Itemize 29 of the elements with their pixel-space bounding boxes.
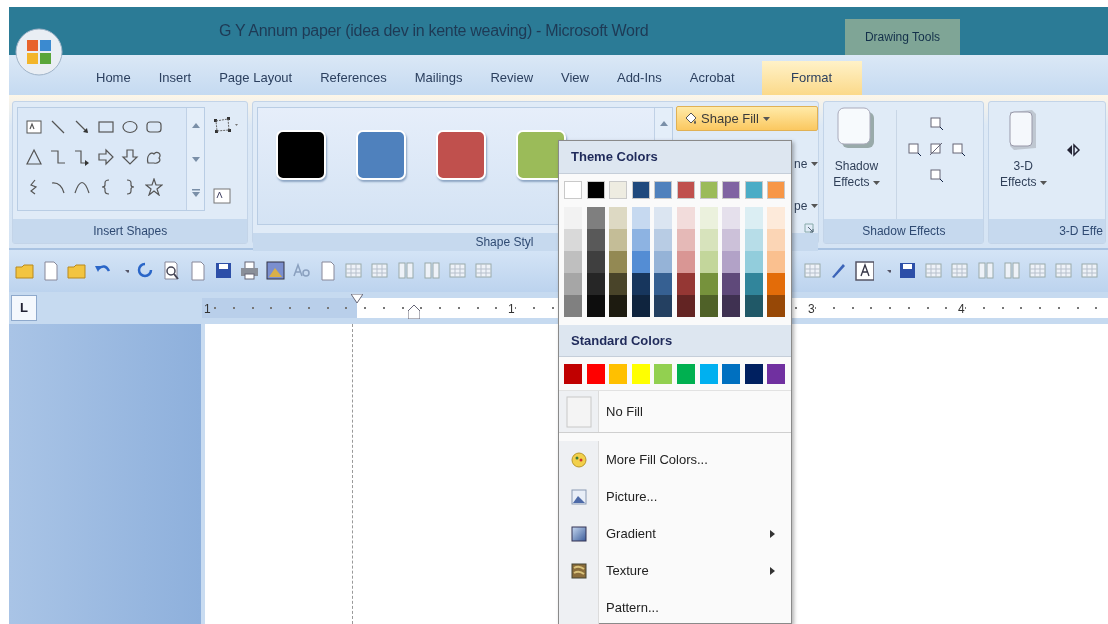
ribbon-tab[interactable]: Insert <box>147 61 203 95</box>
menu-item[interactable]: Pattern... <box>559 589 791 624</box>
menu-item[interactable]: No Fill <box>559 391 791 433</box>
group-label: Shadow Effects <box>824 219 984 243</box>
ribbon-tab[interactable]: Home <box>85 61 142 95</box>
ribbon-tab[interactable]: Mailings <box>403 61 474 95</box>
section-heading: Theme Colors <box>559 141 791 174</box>
ribbon-tab[interactable]: References <box>309 61 398 95</box>
context-tab-label: Drawing Tools <box>845 19 960 55</box>
window-title: G Y Annum paper (idea dev in kente weaving) - Microsoft Word <box>218 21 649 41</box>
ribbon-tab[interactable]: Add-Ins <box>605 61 673 95</box>
ribbon-tab[interactable]: Review <box>479 61 544 95</box>
3d-effects-button[interactable]: 3-D Effects <box>995 102 1052 219</box>
group-label: Insert Shapes <box>13 219 248 243</box>
tab-selector-button[interactable]: L <box>11 295 37 321</box>
shape-outline-button[interactable]: ne <box>794 155 819 173</box>
shape-fill-button[interactable]: Shape Fill <box>676 106 819 131</box>
menu-item[interactable]: Gradient <box>559 515 791 552</box>
menu-item[interactable]: More Fill Colors... <box>559 441 791 478</box>
change-shape-button[interactable]: pe <box>794 197 819 215</box>
section-heading: Standard Colors <box>559 324 791 357</box>
group-label: 3-D Effe <box>989 219 1105 243</box>
ribbon-tab[interactable]: Page Layout <box>208 61 304 95</box>
menu-item[interactable]: Texture <box>559 552 791 589</box>
shadow-effects-button[interactable]: Shadow Effects <box>824 102 889 219</box>
ribbon-tab[interactable]: Acrobat <box>678 61 746 95</box>
ribbon-tab[interactable]: Format <box>761 61 862 95</box>
ribbon-tab[interactable]: View <box>550 61 600 95</box>
menu-item[interactable]: Picture... <box>559 478 791 515</box>
